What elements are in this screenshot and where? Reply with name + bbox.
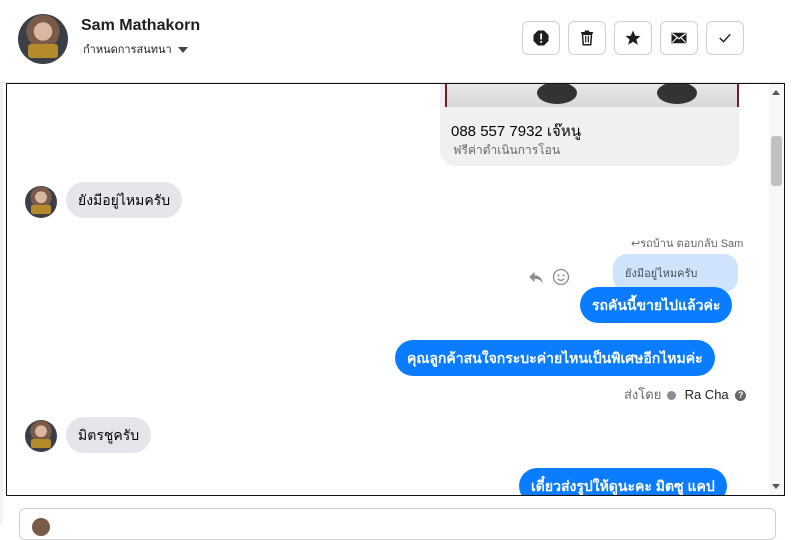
reply-icon[interactable] xyxy=(527,268,545,286)
help-icon[interactable]: ? xyxy=(735,390,747,402)
trash-icon xyxy=(581,30,593,46)
mark-unread-button[interactable] xyxy=(660,21,698,55)
sidebar-edge xyxy=(0,83,3,525)
scroll-thumb[interactable] xyxy=(771,136,782,186)
sent-by-label: ส่งโดย xyxy=(624,387,662,402)
listing-phone: 088 557 7932 เจ๊หนู xyxy=(451,123,581,140)
sent-by-agent[interactable]: Ra Cha xyxy=(685,387,729,402)
contact-avatar-small xyxy=(25,420,57,452)
conversation-header: Sam Mathakorn กำหนดการสนทนา xyxy=(0,0,782,83)
conversation-actions xyxy=(522,21,744,55)
conversation-status-dropdown[interactable]: กำหนดการสนทนา xyxy=(83,40,188,58)
message-thread[interactable]: 088 557 7932 เจ๊หนู ฟรีค่าดำเนินการโอน ย… xyxy=(6,83,785,496)
page-avatar xyxy=(32,518,50,536)
reply-context-text: รถบ้าน ตอบกลับ Sam xyxy=(640,238,744,250)
incoming-message: มิตรชูครับ xyxy=(66,417,152,453)
done-button[interactable] xyxy=(706,21,744,55)
spam-button[interactable] xyxy=(522,21,560,55)
listing-image xyxy=(445,84,739,107)
sent-by-info: ส่งโดย Ra Cha ? xyxy=(624,384,747,405)
contact-avatar-small xyxy=(25,186,57,218)
shared-listing-card[interactable]: 088 557 7932 เจ๊หนู ฟรีค่าดำเนินการโอน xyxy=(440,84,739,166)
thread-scrollbar[interactable] xyxy=(769,84,784,495)
outgoing-message: เดี๋ยวส่งรูปให้ดูนะคะ มิตซู แคป xyxy=(519,468,727,495)
outgoing-message: คุณลูกค้าสนใจกระบะค่ายไหนเป็นพิเศษอีกไหม… xyxy=(395,340,715,376)
conversation-status-label: กำหนดการสนทนา xyxy=(83,44,172,56)
agent-status-icon xyxy=(666,391,676,401)
contact-name[interactable]: Sam Mathakorn xyxy=(81,17,200,35)
message-composer[interactable] xyxy=(19,508,776,540)
star-icon xyxy=(625,30,641,45)
outgoing-message: รถคันนี้ขายไปแล้วค่ะ xyxy=(580,287,733,323)
listing-note: ฟรีค่าดำเนินการโอน xyxy=(453,143,561,157)
reply-context: ↩รถบ้าน ตอบกลับ Sam xyxy=(631,234,743,252)
envelope-icon xyxy=(671,32,687,44)
scroll-up-arrow-icon[interactable] xyxy=(772,90,780,95)
check-icon xyxy=(719,33,731,43)
contact-avatar[interactable] xyxy=(18,14,68,64)
incoming-message: ยังมีอยู่ไหมครับ xyxy=(66,182,183,218)
chevron-down-icon xyxy=(177,47,188,54)
reply-arrow-icon: ↩ xyxy=(631,238,641,250)
delete-button[interactable] xyxy=(568,21,606,55)
scroll-down-arrow-icon[interactable] xyxy=(772,484,780,489)
emoji-reaction-icon[interactable] xyxy=(551,267,571,287)
star-button[interactable] xyxy=(614,21,652,55)
alert-octagon-icon xyxy=(533,30,549,46)
